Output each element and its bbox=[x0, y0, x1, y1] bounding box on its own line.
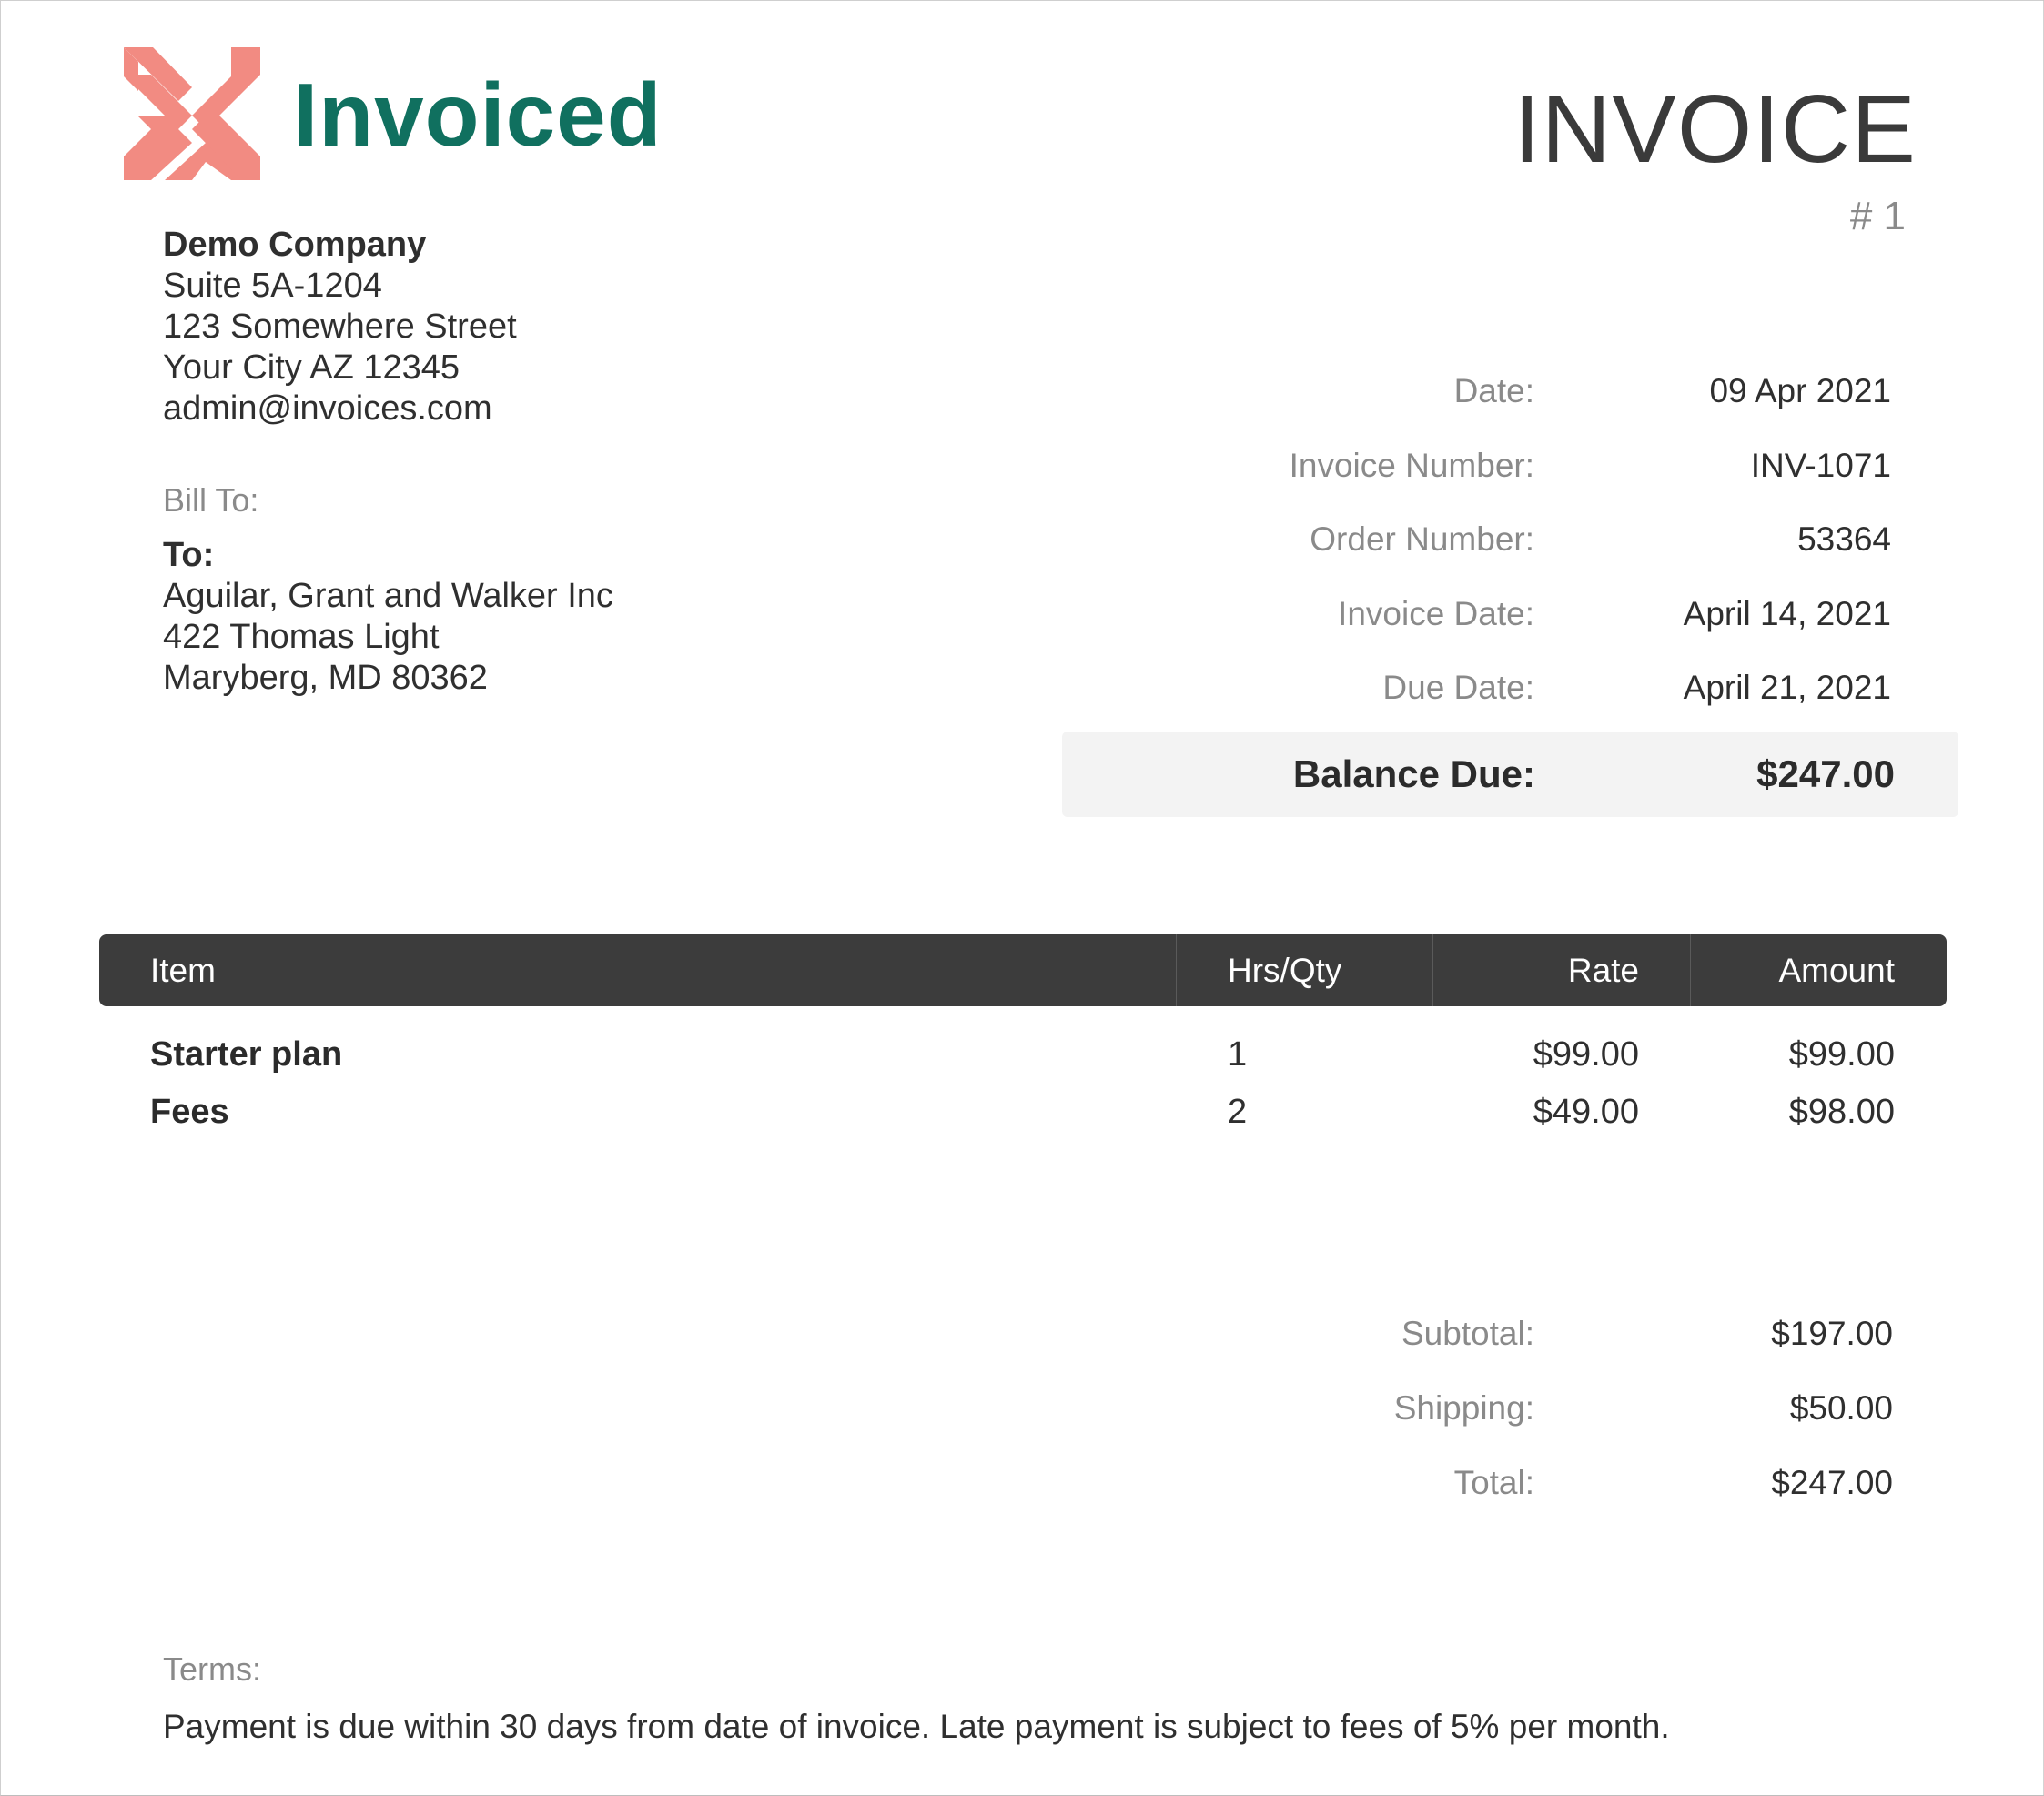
total-label: Shipping: bbox=[1393, 1389, 1534, 1427]
column-header-amount: Amount bbox=[1778, 952, 1895, 989]
item-rate: $49.00 bbox=[1533, 1093, 1639, 1131]
from-address-line: 123 Somewhere Street bbox=[163, 308, 517, 346]
total-value: $247.00 bbox=[1771, 1464, 1893, 1501]
shipping-row: Shipping: $50.00 bbox=[1065, 1386, 1893, 1431]
bill-to-line: Aguilar, Grant and Walker Inc bbox=[163, 577, 613, 615]
total-value: $197.00 bbox=[1771, 1315, 1893, 1352]
balance-due-value: $247.00 bbox=[1756, 752, 1895, 795]
column-divider bbox=[1176, 934, 1177, 1006]
meta-label: Invoice Date: bbox=[1338, 595, 1534, 632]
invoice-title: INVOICE bbox=[1513, 76, 1917, 183]
meta-value: April 21, 2021 bbox=[1683, 669, 1891, 706]
terms-text: Payment is due within 30 days from date … bbox=[163, 1708, 1670, 1745]
balance-due-label: Balance Due: bbox=[1292, 752, 1535, 795]
item-qty: 2 bbox=[1228, 1093, 1248, 1131]
column-header-item: Item bbox=[150, 952, 216, 989]
bill-to-block: To: Aguilar, Grant and Walker Inc 422 Th… bbox=[163, 535, 613, 699]
column-divider bbox=[1432, 934, 1433, 1006]
total-value: $50.00 bbox=[1789, 1389, 1893, 1427]
item-amount: $98.00 bbox=[1788, 1093, 1895, 1131]
meta-value: INV-1071 bbox=[1750, 447, 1891, 484]
meta-row-invoice-date: Invoice Date: April 14, 2021 bbox=[1065, 591, 1893, 637]
from-address-line: Your City AZ 12345 bbox=[163, 348, 460, 387]
column-header-rate: Rate bbox=[1567, 952, 1639, 989]
meta-value: April 14, 2021 bbox=[1683, 595, 1891, 632]
from-address-block: Demo Company Suite 5A-1204 123 Somewhere… bbox=[163, 225, 517, 429]
bill-to-line: Maryberg, MD 80362 bbox=[163, 659, 488, 697]
meta-label: Due Date: bbox=[1382, 669, 1534, 706]
item-qty: 1 bbox=[1228, 1035, 1248, 1074]
bill-to-label: Bill To: bbox=[163, 481, 259, 519]
meta-label: Date: bbox=[1453, 372, 1534, 409]
company-name: Demo Company bbox=[163, 226, 427, 264]
invoice-number: # 1 bbox=[1849, 194, 1906, 238]
column-divider bbox=[1690, 934, 1691, 1006]
meta-label: Order Number: bbox=[1310, 520, 1534, 558]
subtotal-row: Subtotal: $197.00 bbox=[1065, 1311, 1893, 1357]
meta-value: 09 Apr 2021 bbox=[1709, 372, 1891, 409]
total-label: Total: bbox=[1453, 1464, 1534, 1501]
from-email: admin@invoices.com bbox=[163, 389, 492, 428]
total-row: Total: $247.00 bbox=[1065, 1460, 1893, 1506]
table-row: Fees 2 $49.00 $98.00 bbox=[99, 1086, 1947, 1137]
invoiced-logo-icon bbox=[124, 47, 260, 180]
balance-due-box: Balance Due: $247.00 bbox=[1062, 732, 1958, 817]
meta-label: Invoice Number: bbox=[1289, 447, 1534, 484]
item-rate: $99.00 bbox=[1533, 1035, 1639, 1074]
meta-row-date: Date: 09 Apr 2021 bbox=[1065, 368, 1893, 414]
column-header-qty: Hrs/Qty bbox=[1228, 952, 1342, 989]
item-name: Starter plan bbox=[150, 1035, 343, 1074]
table-row: Starter plan 1 $99.00 $99.00 bbox=[99, 1029, 1947, 1080]
meta-value: 53364 bbox=[1797, 520, 1891, 558]
meta-row-order-number: Order Number: 53364 bbox=[1065, 517, 1893, 562]
bill-to-line: 422 Thomas Light bbox=[163, 618, 440, 656]
meta-row-invoice-number: Invoice Number: INV-1071 bbox=[1065, 443, 1893, 489]
item-name: Fees bbox=[150, 1093, 229, 1131]
item-amount: $99.00 bbox=[1788, 1035, 1895, 1074]
to-heading: To: bbox=[163, 536, 215, 574]
brand-name: Invoiced bbox=[293, 65, 663, 165]
terms-label: Terms: bbox=[163, 1650, 261, 1688]
meta-row-due-date: Due Date: April 21, 2021 bbox=[1065, 665, 1893, 711]
items-table-header: Item Hrs/Qty Rate Amount bbox=[99, 934, 1947, 1006]
from-address-line: Suite 5A-1204 bbox=[163, 267, 382, 305]
total-label: Subtotal: bbox=[1401, 1315, 1534, 1352]
